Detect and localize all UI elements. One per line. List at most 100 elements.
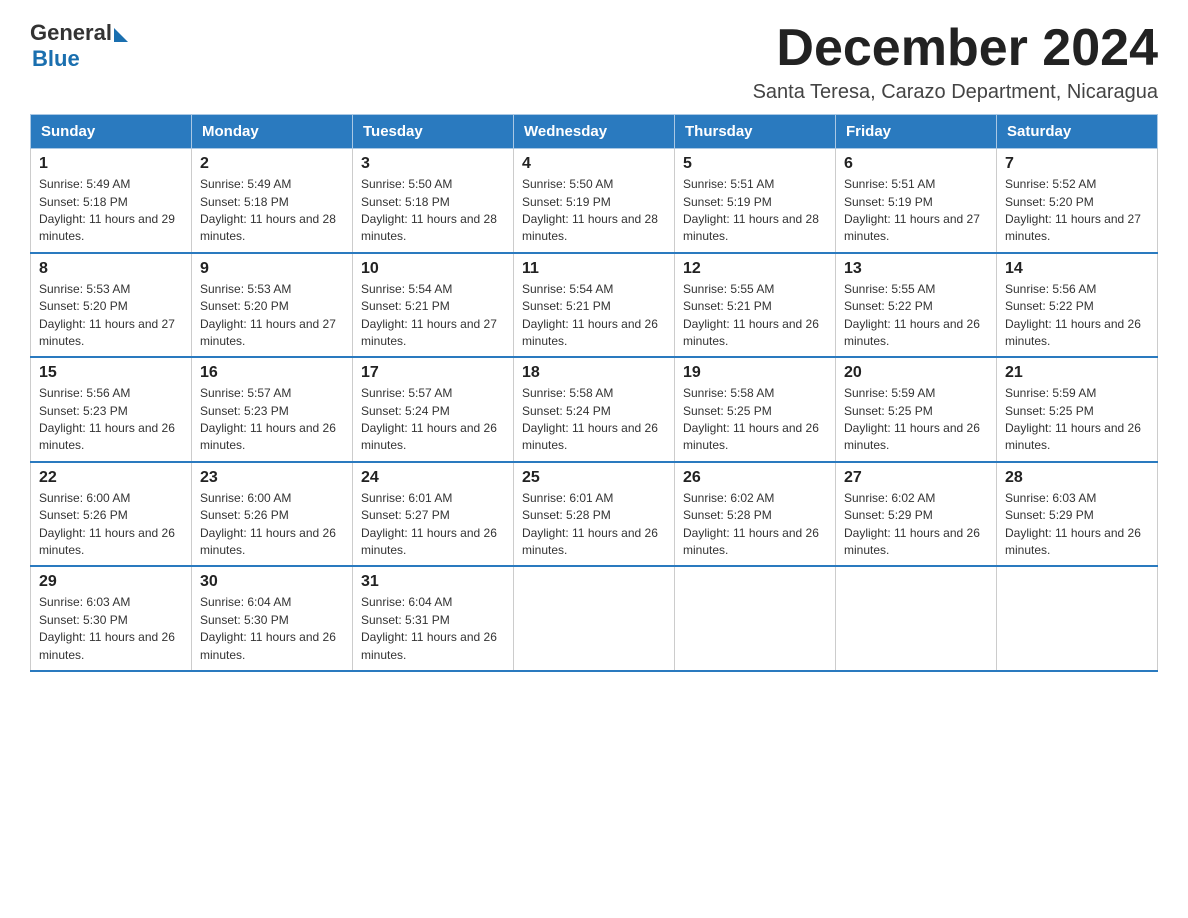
day-number: 12 [683,260,827,278]
calendar-cell: 5Sunrise: 5:51 AMSunset: 5:19 PMDaylight… [675,149,836,253]
calendar-week-row: 22 Sunrise: 6:00 AMSunset: 5:26 PMDayligh… [31,462,1158,567]
header-saturday: Saturday [997,115,1158,149]
day-info: Sunrise: 5:55 AMSunset: 5:21 PMDaylight:… [683,281,827,351]
calendar-cell [997,566,1158,671]
logo-blue-text: Blue [32,46,128,72]
day-info: Sunrise: 5:53 AMSunset: 5:20 PMDaylight:… [39,281,183,351]
day-number: 31 [361,573,505,591]
calendar-week-row: 1 Sunrise: 5:49 AMSunset: 5:18 PMDaylight… [31,149,1158,253]
header-friday: Friday [836,115,997,149]
day-number: 5 [683,155,827,173]
day-number: 6 [844,155,988,173]
title-block: December 2024 Santa Teresa, Carazo Depar… [753,20,1158,104]
day-info: Sunrise: 5:51 AMSunset: 5:19 PMDaylight:… [844,176,988,246]
day-number: 20 [844,364,988,382]
calendar-cell: 3 Sunrise: 5:50 AMSunset: 5:18 PMDaylight… [353,149,514,253]
calendar-week-row: 29Sunrise: 6:03 AMSunset: 5:30 PMDayligh… [31,566,1158,671]
day-number: 25 [522,469,666,487]
day-info: Sunrise: 6:02 AMSunset: 5:28 PMDaylight:… [683,490,827,560]
day-number: 24 [361,469,505,487]
header-sunday: Sunday [31,115,192,149]
day-number: 7 [1005,155,1149,173]
day-info: Sunrise: 5:57 AMSunset: 5:24 PMDaylight:… [361,385,505,455]
calendar-cell: 29Sunrise: 6:03 AMSunset: 5:30 PMDayligh… [31,566,192,671]
calendar-cell: 28 Sunrise: 6:03 AMSunset: 5:29 PMDayligh… [997,462,1158,567]
day-info: Sunrise: 5:58 AMSunset: 5:24 PMDaylight:… [522,385,666,455]
calendar-cell: 27 Sunrise: 6:02 AMSunset: 5:29 PMDayligh… [836,462,997,567]
calendar-cell: 8 Sunrise: 5:53 AMSunset: 5:20 PMDaylight… [31,253,192,358]
day-number: 10 [361,260,505,278]
header-tuesday: Tuesday [353,115,514,149]
calendar-cell: 18 Sunrise: 5:58 AMSunset: 5:24 PMDayligh… [514,357,675,462]
day-info: Sunrise: 5:50 AMSunset: 5:18 PMDaylight:… [361,176,505,246]
calendar-cell: 24 Sunrise: 6:01 AMSunset: 5:27 PMDayligh… [353,462,514,567]
day-info: Sunrise: 6:04 AMSunset: 5:30 PMDaylight:… [200,594,344,664]
day-info: Sunrise: 5:58 AMSunset: 5:25 PMDaylight:… [683,385,827,455]
logo: General Blue [30,20,128,72]
calendar-cell: 23Sunrise: 6:00 AMSunset: 5:26 PMDayligh… [192,462,353,567]
day-number: 21 [1005,364,1149,382]
day-info: Sunrise: 5:52 AMSunset: 5:20 PMDaylight:… [1005,176,1149,246]
day-info: Sunrise: 6:03 AMSunset: 5:29 PMDaylight:… [1005,490,1149,560]
day-info: Sunrise: 5:57 AMSunset: 5:23 PMDaylight:… [200,385,344,455]
calendar-cell: 2 Sunrise: 5:49 AMSunset: 5:18 PMDaylight… [192,149,353,253]
calendar-cell [836,566,997,671]
day-number: 1 [39,155,183,173]
calendar-header-row: Sunday Monday Tuesday Wednesday Thursday… [31,115,1158,149]
calendar-cell [514,566,675,671]
day-info: Sunrise: 6:03 AMSunset: 5:30 PMDaylight:… [39,594,183,664]
day-number: 19 [683,364,827,382]
calendar-cell: 17 Sunrise: 5:57 AMSunset: 5:24 PMDayligh… [353,357,514,462]
calendar-cell: 7 Sunrise: 5:52 AMSunset: 5:20 PMDaylight… [997,149,1158,253]
day-number: 28 [1005,469,1149,487]
day-number: 13 [844,260,988,278]
day-info: Sunrise: 5:49 AMSunset: 5:18 PMDaylight:… [39,176,183,246]
calendar-cell: 9Sunrise: 5:53 AMSunset: 5:20 PMDaylight… [192,253,353,358]
logo-triangle-icon [114,28,128,42]
day-number: 18 [522,364,666,382]
day-info: Sunrise: 6:04 AMSunset: 5:31 PMDaylight:… [361,594,505,664]
calendar-cell: 11 Sunrise: 5:54 AMSunset: 5:21 PMDayligh… [514,253,675,358]
day-info: Sunrise: 5:54 AMSunset: 5:21 PMDaylight:… [361,281,505,351]
day-number: 2 [200,155,344,173]
day-number: 14 [1005,260,1149,278]
calendar-cell [675,566,836,671]
day-info: Sunrise: 5:56 AMSunset: 5:22 PMDaylight:… [1005,281,1149,351]
day-info: Sunrise: 6:00 AMSunset: 5:26 PMDaylight:… [200,490,344,560]
page-header: General Blue December 2024 Santa Teresa,… [30,20,1158,104]
day-number: 27 [844,469,988,487]
calendar-week-row: 8 Sunrise: 5:53 AMSunset: 5:20 PMDaylight… [31,253,1158,358]
logo-general-text: General [30,20,112,46]
calendar-cell: 10 Sunrise: 5:54 AMSunset: 5:21 PMDayligh… [353,253,514,358]
header-monday: Monday [192,115,353,149]
day-number: 16 [200,364,344,382]
day-info: Sunrise: 6:01 AMSunset: 5:27 PMDaylight:… [361,490,505,560]
day-number: 26 [683,469,827,487]
main-title: December 2024 [753,20,1158,77]
day-number: 30 [200,573,344,591]
header-thursday: Thursday [675,115,836,149]
calendar-cell: 26 Sunrise: 6:02 AMSunset: 5:28 PMDayligh… [675,462,836,567]
day-number: 3 [361,155,505,173]
day-info: Sunrise: 6:02 AMSunset: 5:29 PMDaylight:… [844,490,988,560]
day-number: 8 [39,260,183,278]
day-number: 22 [39,469,183,487]
calendar-cell: 12 Sunrise: 5:55 AMSunset: 5:21 PMDayligh… [675,253,836,358]
header-wednesday: Wednesday [514,115,675,149]
calendar-cell: 15 Sunrise: 5:56 AMSunset: 5:23 PMDayligh… [31,357,192,462]
day-info: Sunrise: 6:01 AMSunset: 5:28 PMDaylight:… [522,490,666,560]
calendar-cell: 13 Sunrise: 5:55 AMSunset: 5:22 PMDayligh… [836,253,997,358]
calendar-cell: 4Sunrise: 5:50 AMSunset: 5:19 PMDaylight… [514,149,675,253]
day-info: Sunrise: 5:49 AMSunset: 5:18 PMDaylight:… [200,176,344,246]
day-info: Sunrise: 5:59 AMSunset: 5:25 PMDaylight:… [844,385,988,455]
day-info: Sunrise: 5:55 AMSunset: 5:22 PMDaylight:… [844,281,988,351]
day-info: Sunrise: 5:56 AMSunset: 5:23 PMDaylight:… [39,385,183,455]
calendar-cell: 21Sunrise: 5:59 AMSunset: 5:25 PMDayligh… [997,357,1158,462]
day-info: Sunrise: 5:50 AMSunset: 5:19 PMDaylight:… [522,176,666,246]
day-info: Sunrise: 5:53 AMSunset: 5:20 PMDaylight:… [200,281,344,351]
day-info: Sunrise: 5:54 AMSunset: 5:21 PMDaylight:… [522,281,666,351]
day-number: 15 [39,364,183,382]
day-number: 17 [361,364,505,382]
calendar-cell: 16 Sunrise: 5:57 AMSunset: 5:23 PMDayligh… [192,357,353,462]
day-number: 11 [522,260,666,278]
